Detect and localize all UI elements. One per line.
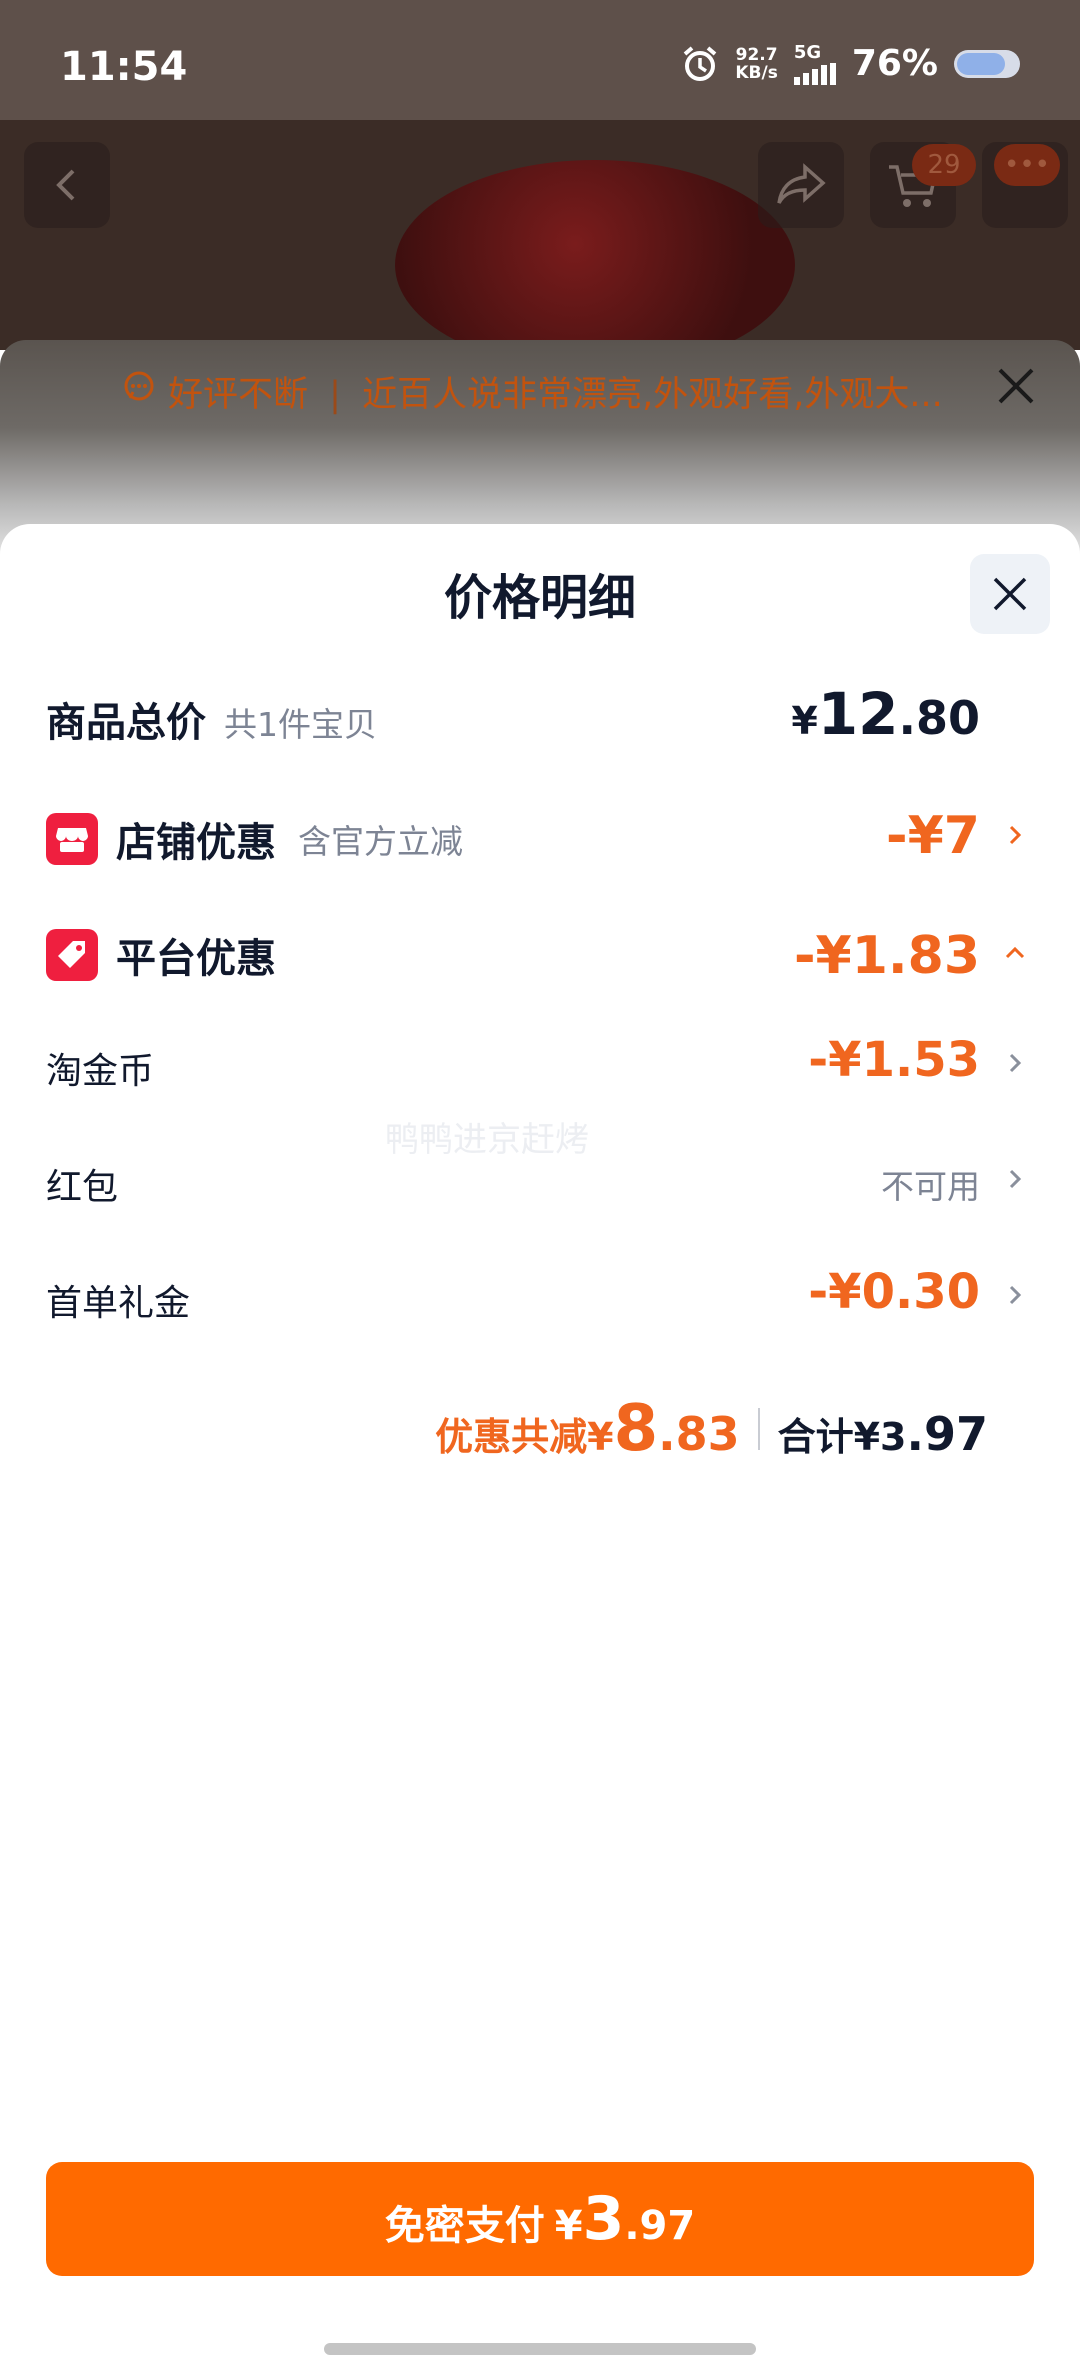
platform-discount-value: -¥1.83 <box>793 926 980 986</box>
pay-button[interactable]: 免密支付 ¥ 3 .97 <box>46 2162 1034 2276</box>
platform-discount-row[interactable]: 平台优惠 <box>46 926 276 984</box>
battery-percent: 76% <box>851 43 938 84</box>
sheet-title: 价格明细 <box>443 570 636 626</box>
share-icon <box>777 163 826 204</box>
chevron-right-icon[interactable] <box>1004 1168 1026 1190</box>
alarm-icon <box>684 45 717 81</box>
network-speed: 92.7 KB/s <box>735 44 778 83</box>
shop-icon <box>46 813 98 865</box>
item-count: 共1件宝贝 <box>224 705 377 744</box>
share-button[interactable] <box>758 142 844 228</box>
chevron-up-icon[interactable] <box>1004 942 1026 964</box>
grand-total-label: 合计¥ <box>777 1415 881 1459</box>
taojinbi-value: -¥1.53 <box>808 1032 980 1088</box>
shop-discount-sub: 含官方立减 <box>298 822 463 861</box>
cart-count-badge: 29 <box>912 144 976 186</box>
platform-discount-label: 平台优惠 <box>116 936 276 982</box>
battery-icon <box>954 49 1020 78</box>
chevron-right-icon[interactable] <box>1004 824 1026 846</box>
review-tag: 好评不断 <box>168 375 309 415</box>
chevron-right-icon[interactable] <box>1004 1284 1026 1306</box>
discount-total-int: 8 <box>613 1392 659 1466</box>
red-packet-value: 不可用 <box>881 1167 980 1206</box>
shop-discount-label: 店铺优惠 <box>116 820 276 866</box>
sheet-close-button[interactable] <box>970 554 1050 634</box>
chevron-right-icon[interactable] <box>1004 1052 1026 1074</box>
review-banner-text: 好评不断 | 近百人说非常漂亮,外观好看,外观大... <box>124 366 943 417</box>
watermark: 鸭鸭进京赶烤 <box>385 1120 589 1160</box>
discount-total-dec: .83 <box>658 1407 740 1461</box>
signal-bars-icon <box>793 63 836 85</box>
review-divider: | <box>329 375 341 415</box>
price-summary: 优惠共减¥ 8 .83 合计¥ 3 .97 <box>435 1392 988 1466</box>
home-indicator[interactable] <box>324 2343 756 2355</box>
total-price-row: 商品总价 共1件宝贝 <box>46 690 377 748</box>
grand-total-dec: .97 <box>906 1407 989 1461</box>
first-order-gift-value: -¥0.30 <box>808 1264 980 1320</box>
taojinbi-label: 淘金币 <box>46 1051 155 1092</box>
signal-group: 5G <box>793 42 836 85</box>
red-packet-label: 红包 <box>46 1167 119 1208</box>
total-price-label: 商品总价 <box>46 700 206 746</box>
review-summary: 近百人说非常漂亮,外观好看,外观大... <box>362 375 943 415</box>
first-order-gift-label: 首单礼金 <box>46 1283 191 1324</box>
status-time: 11:54 <box>60 44 188 90</box>
shop-discount-row[interactable]: 店铺优惠 含官方立减 <box>46 810 463 868</box>
close-icon <box>993 577 1027 611</box>
grand-total-int: 3 <box>880 1415 907 1459</box>
banner-close-icon[interactable] <box>992 362 1040 410</box>
discount-total-label: 优惠共减¥ <box>435 1415 614 1459</box>
back-button[interactable] <box>24 142 110 228</box>
back-arrow-icon <box>56 169 75 201</box>
shop-discount-value: -¥7 <box>886 806 980 866</box>
signal-type: 5G <box>793 42 822 63</box>
total-price-value: ¥ 12 .80 <box>791 680 980 748</box>
summary-divider <box>757 1408 760 1450</box>
status-icons: 92.7 KB/s 5G 76% <box>681 42 1020 85</box>
product-image <box>395 160 795 370</box>
more-icon: ••• <box>994 144 1060 186</box>
tag-icon <box>46 929 98 981</box>
